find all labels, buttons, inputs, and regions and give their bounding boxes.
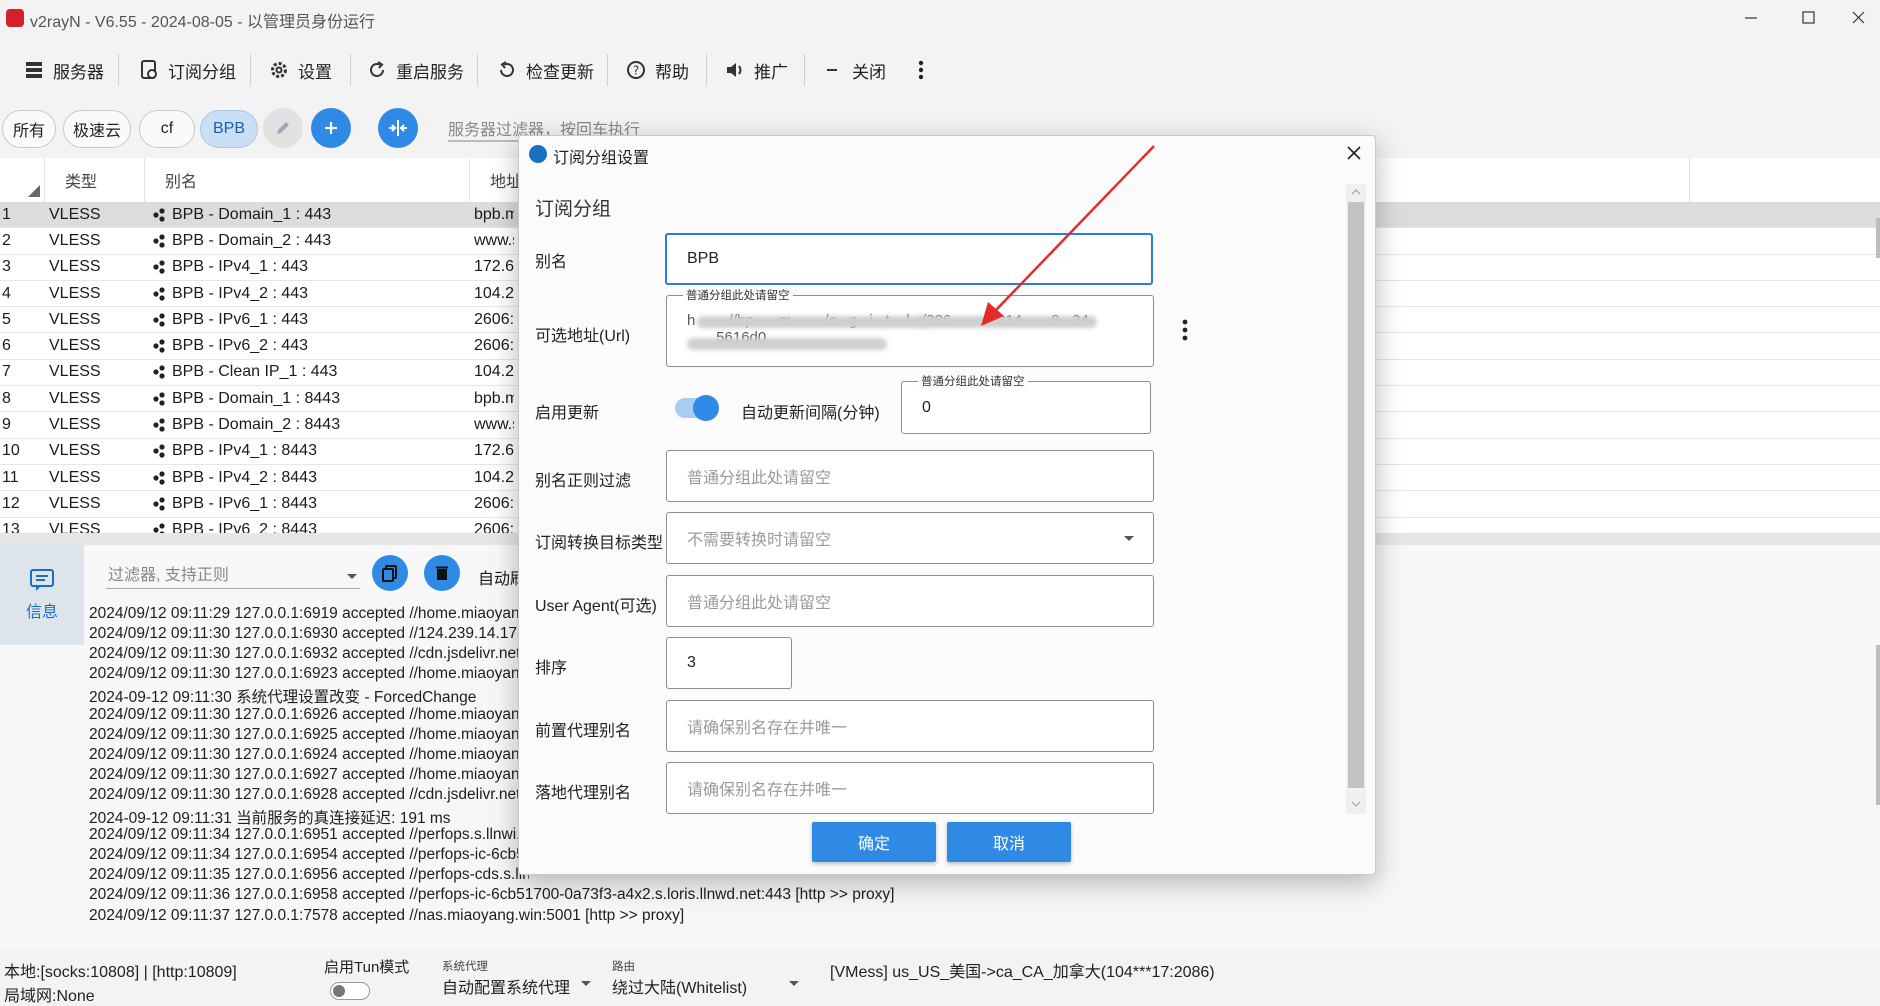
modal-overlay: 订阅分组设置 订阅分组 别名 BPB 可选地址(Url) 普通分组此处请留空 h… xyxy=(0,0,1880,995)
annotation-arrow xyxy=(981,145,1155,326)
